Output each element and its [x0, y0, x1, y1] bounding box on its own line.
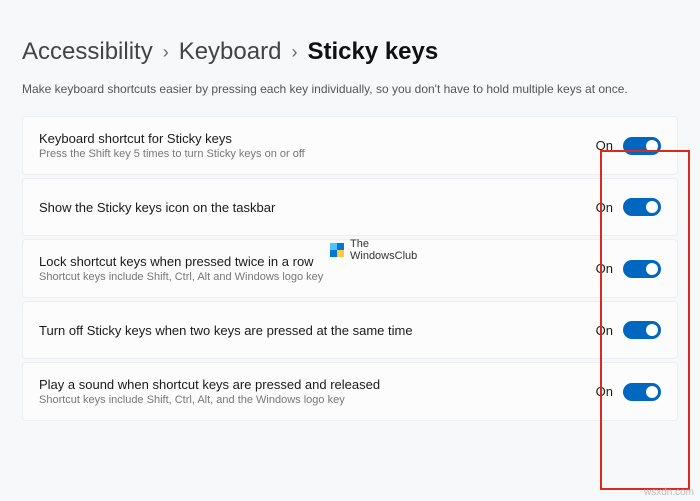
- setting-subtitle: Shortcut keys include Shift, Ctrl, Alt a…: [39, 271, 323, 283]
- toggle-switch[interactable]: [623, 198, 661, 216]
- toggle-switch[interactable]: [623, 260, 661, 278]
- toggle-state-label: On: [596, 200, 613, 215]
- toggle-state-label: On: [596, 384, 613, 399]
- setting-play-sound: Play a sound when shortcut keys are pres…: [22, 362, 678, 421]
- setting-lock-shortcut: Lock shortcut keys when pressed twice in…: [22, 239, 678, 298]
- page-description: Make keyboard shortcuts easier by pressi…: [22, 82, 678, 96]
- setting-title: Lock shortcut keys when pressed twice in…: [39, 254, 323, 269]
- toggle-state-label: On: [596, 261, 613, 276]
- footer-credit: wsxdn.com: [644, 487, 694, 498]
- setting-turn-off-two-keys: Turn off Sticky keys when two keys are p…: [22, 301, 678, 359]
- setting-title: Show the Sticky keys icon on the taskbar: [39, 200, 275, 215]
- toggle-switch[interactable]: [623, 321, 661, 339]
- setting-title: Play a sound when shortcut keys are pres…: [39, 377, 380, 392]
- breadcrumb-accessibility[interactable]: Accessibility: [22, 38, 153, 66]
- setting-title: Keyboard shortcut for Sticky keys: [39, 131, 305, 146]
- toggle-state-label: On: [596, 323, 613, 338]
- setting-title: Turn off Sticky keys when two keys are p…: [39, 323, 413, 338]
- breadcrumb-current: Sticky keys: [307, 38, 438, 66]
- chevron-right-icon: ›: [163, 42, 169, 63]
- settings-list: Keyboard shortcut for Sticky keys Press …: [22, 116, 678, 421]
- toggle-state-label: On: [596, 138, 613, 153]
- breadcrumb: Accessibility › Keyboard › Sticky keys: [22, 38, 678, 66]
- chevron-right-icon: ›: [291, 42, 297, 63]
- setting-taskbar-icon: Show the Sticky keys icon on the taskbar…: [22, 178, 678, 236]
- toggle-switch[interactable]: [623, 137, 661, 155]
- breadcrumb-keyboard[interactable]: Keyboard: [179, 38, 282, 66]
- setting-subtitle: Shortcut keys include Shift, Ctrl, Alt, …: [39, 394, 380, 406]
- toggle-switch[interactable]: [623, 383, 661, 401]
- setting-keyboard-shortcut: Keyboard shortcut for Sticky keys Press …: [22, 116, 678, 175]
- setting-subtitle: Press the Shift key 5 times to turn Stic…: [39, 148, 305, 160]
